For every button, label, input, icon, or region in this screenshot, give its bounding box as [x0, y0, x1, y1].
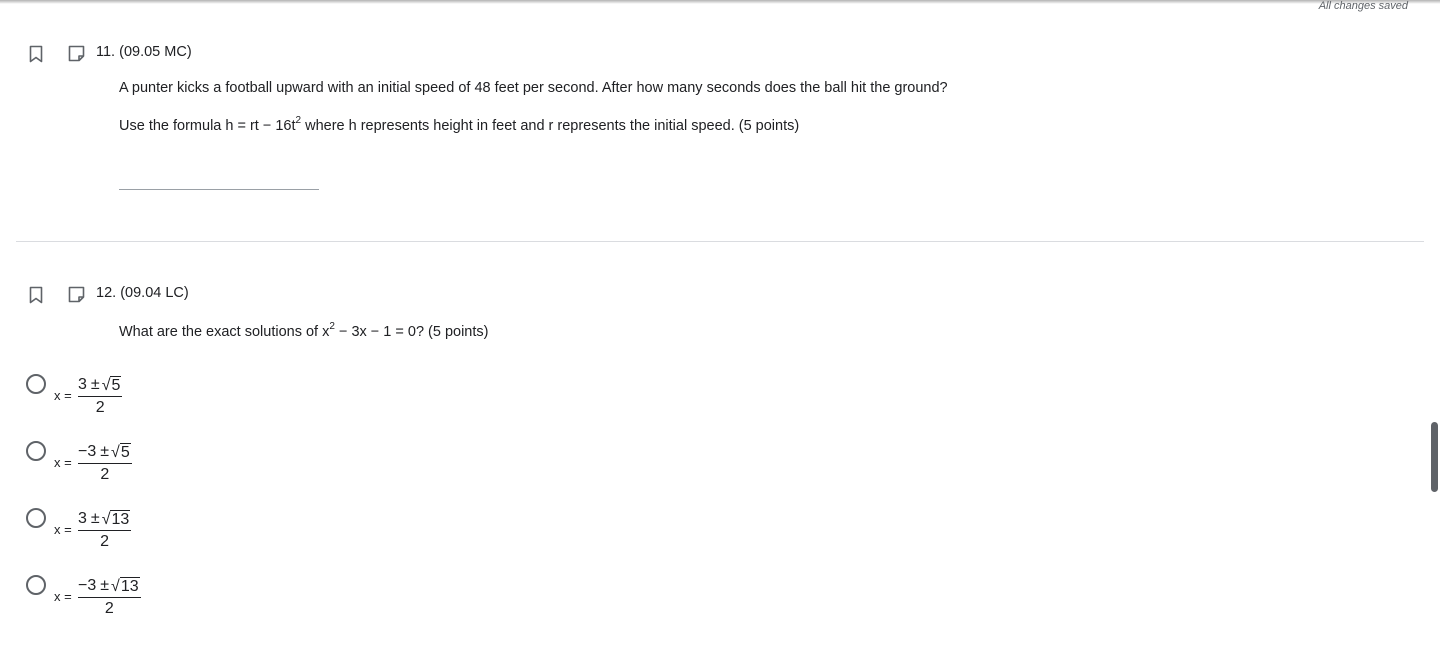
- sqrt-symbol: √ 13: [101, 510, 131, 528]
- numerator-lead: −3: [78, 443, 97, 460]
- fraction-denominator: 2: [95, 399, 105, 416]
- radicand: 13: [119, 577, 140, 595]
- radicand: 5: [110, 376, 122, 394]
- fraction-numerator: −3 ± √ 13: [78, 577, 141, 597]
- question-text: A punter kicks a football upward with an…: [119, 80, 948, 96]
- plus-minus: ±: [100, 443, 110, 460]
- sqrt-symbol: √ 13: [111, 577, 140, 595]
- option-c-fraction: 3 ± √ 13 2: [78, 510, 132, 551]
- radicand: 13: [110, 510, 131, 528]
- question-text-start: What are the exact solutions of x: [119, 324, 330, 340]
- option-b-radio[interactable]: [26, 441, 46, 461]
- note-icon[interactable]: [68, 286, 85, 303]
- option-prefix: x =: [54, 589, 72, 604]
- option-b-fraction: −3 ± √ 5 2: [78, 443, 132, 484]
- question-divider: [16, 241, 1424, 242]
- numerator-lead: −3: [78, 577, 97, 594]
- fraction-numerator: 3 ± √ 5: [78, 376, 122, 396]
- option-a-fraction: 3 ± √ 5 2: [78, 376, 123, 417]
- question-text: What are the exact solutions of x2 − 3x …: [119, 322, 489, 341]
- question-text-end: − 3x − 1 = 0? (5 points): [334, 324, 489, 340]
- option-prefix: x =: [54, 455, 72, 470]
- option-d-radio[interactable]: [26, 575, 46, 595]
- fraction-numerator: −3 ± √ 5: [78, 443, 132, 463]
- bookmark-icon[interactable]: [29, 45, 43, 63]
- sqrt-symbol: √ 5: [111, 443, 131, 461]
- option-d-fraction: −3 ± √ 13 2: [78, 577, 141, 618]
- formula-text-end: where h represents height in feet and r …: [301, 118, 800, 134]
- plus-minus: ±: [100, 577, 110, 594]
- scrollbar[interactable]: [1426, 0, 1440, 655]
- question-header: 11. (09.05 MC): [96, 44, 192, 60]
- sqrt-symbol: √ 5: [101, 376, 122, 394]
- formula-text-start: Use the formula h = rt − 16t: [119, 118, 296, 134]
- plus-minus: ±: [90, 510, 100, 527]
- question-code: (09.05 MC): [119, 44, 192, 60]
- question-number: 12.: [96, 285, 117, 301]
- question-number: 11.: [96, 44, 116, 60]
- top-shadow: [0, 0, 1440, 4]
- option-prefix: x =: [54, 388, 72, 403]
- numerator-lead: 3: [78, 510, 87, 527]
- question-formula-text: Use the formula h = rt − 16t2 where h re…: [119, 116, 800, 135]
- question-header: 12. (09.04 LC): [96, 285, 189, 301]
- fraction-denominator: 2: [104, 600, 114, 617]
- bookmark-icon[interactable]: [29, 286, 43, 304]
- option-c-radio[interactable]: [26, 508, 46, 528]
- save-status: All changes saved: [1318, 0, 1408, 12]
- radicand: 5: [119, 443, 131, 461]
- answer-field[interactable]: [119, 189, 319, 190]
- option-prefix: x =: [54, 522, 72, 537]
- fraction-denominator: 2: [100, 533, 110, 550]
- plus-minus: ±: [90, 376, 100, 393]
- scrollbar-thumb[interactable]: [1431, 422, 1438, 492]
- numerator-lead: 3: [78, 376, 87, 393]
- fraction-numerator: 3 ± √ 13: [78, 510, 131, 530]
- option-a-radio[interactable]: [26, 374, 46, 394]
- question-code: (09.04 LC): [120, 285, 189, 301]
- fraction-denominator: 2: [100, 466, 110, 483]
- note-icon[interactable]: [68, 45, 85, 62]
